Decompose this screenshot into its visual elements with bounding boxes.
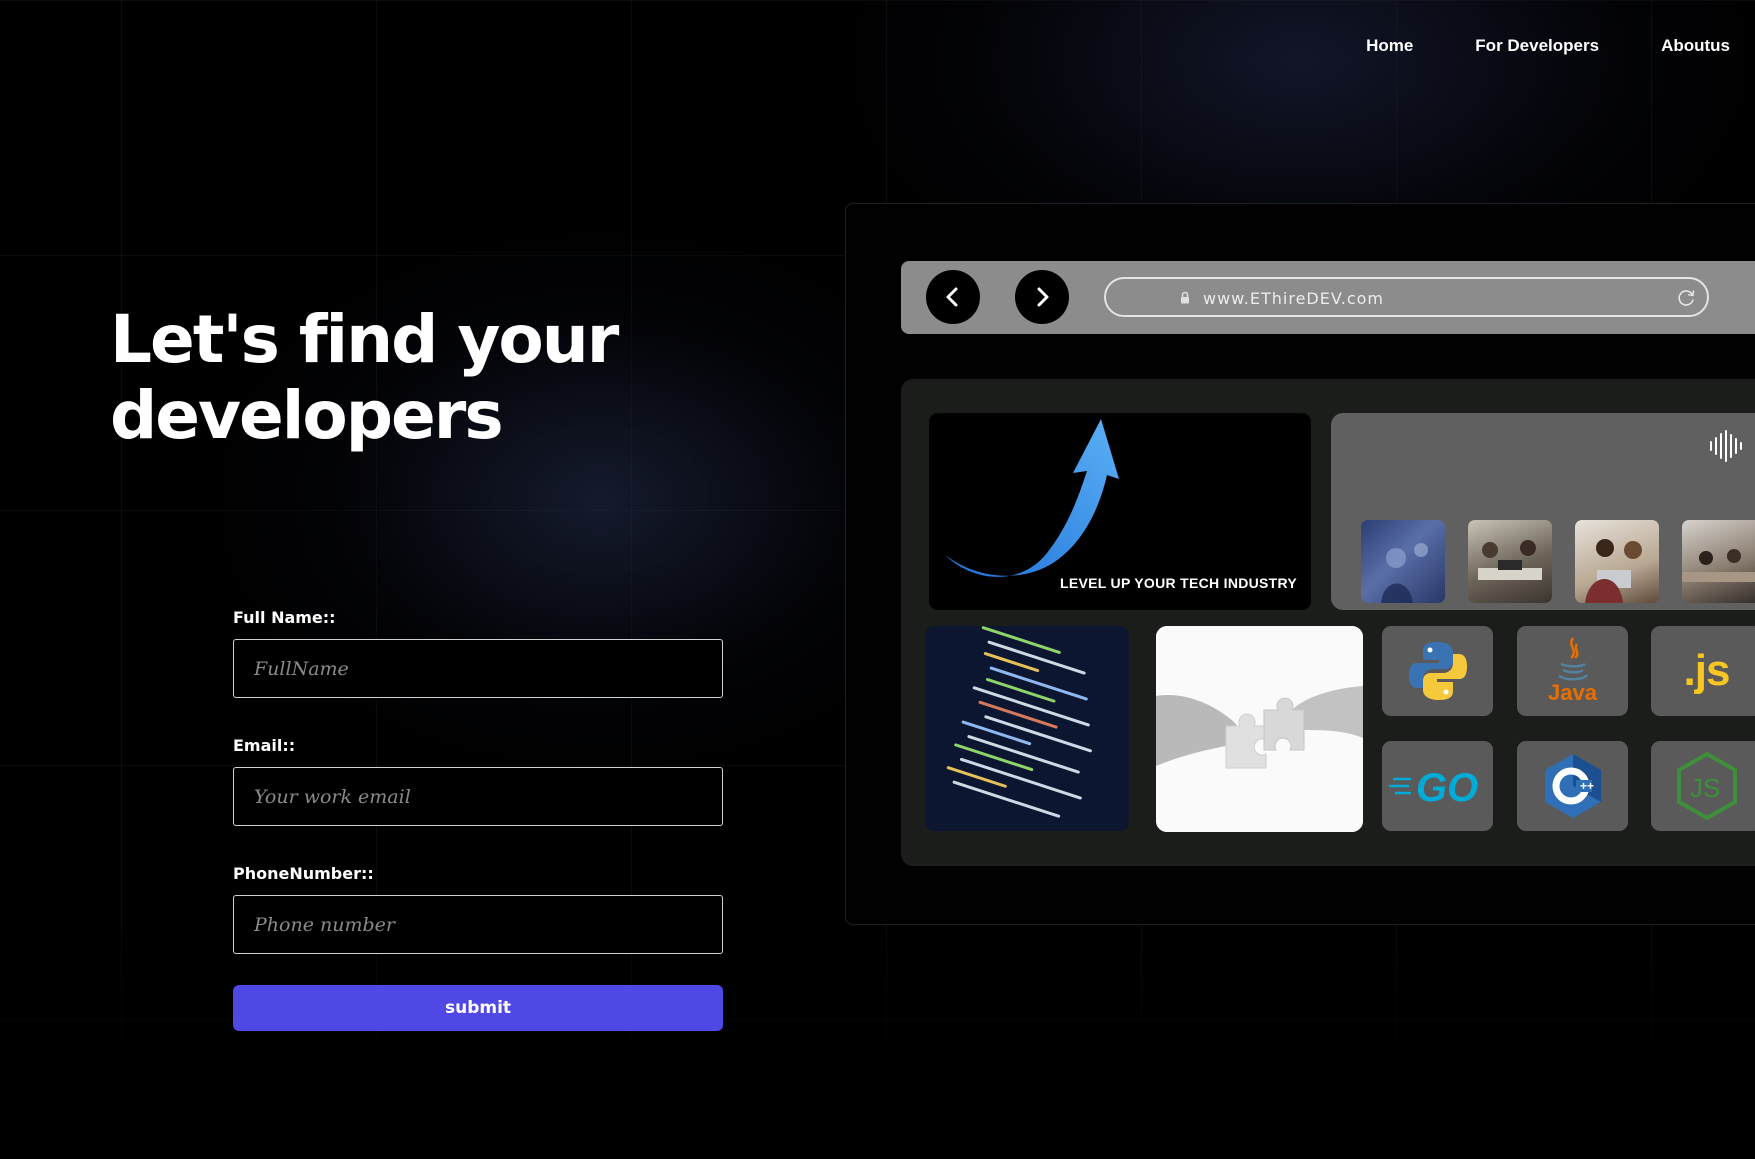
back-button[interactable] — [926, 270, 980, 324]
hero-title-line1: Let's find your — [110, 301, 619, 378]
java-logo-icon — [1557, 637, 1588, 681]
reload-icon[interactable] — [1675, 287, 1697, 309]
python-logo-tile — [1382, 626, 1493, 716]
url-text: www.EThireDEV.com — [1203, 289, 1384, 308]
address-bar[interactable]: www.EThireDEV.com — [1104, 277, 1709, 317]
browser-mockup: www.EThireDEV.com LEVEL UP YOUR TECH IND… — [845, 203, 1755, 925]
puzzle-hands-image — [1156, 626, 1363, 832]
go-logo-icon: GO — [1388, 766, 1478, 810]
submit-button[interactable]: submit — [233, 985, 723, 1031]
team-photos-card — [1331, 413, 1755, 610]
phone-input[interactable] — [233, 895, 723, 954]
sound-wave-icon — [1710, 430, 1742, 462]
team-photo-3 — [1575, 520, 1659, 603]
python-logo-icon — [1408, 642, 1467, 700]
js-logo-icon: .js — [1683, 646, 1731, 695]
top-nav: Home For Developers Aboutus — [1304, 36, 1755, 56]
level-up-card: LEVEL UP YOUR TECH INDUSTRY — [929, 413, 1311, 610]
team-photo-2 — [1468, 520, 1552, 603]
team-photo-4 — [1682, 520, 1755, 603]
go-text: GO — [1416, 766, 1478, 810]
lock-icon — [1181, 291, 1189, 304]
nodejs-text: JS — [1690, 773, 1720, 803]
js-logo-tile: .js — [1651, 626, 1755, 716]
nav-link-home[interactable]: Home — [1366, 36, 1413, 56]
svg-text:++: ++ — [1580, 779, 1594, 793]
full-name-input[interactable] — [233, 639, 723, 698]
cpp-logo-tile: ++ — [1517, 741, 1628, 831]
chevron-left-icon — [946, 287, 958, 307]
forward-button[interactable] — [1015, 270, 1069, 324]
lead-form: Full Name:: Email:: PhoneNumber:: submit — [233, 608, 723, 1031]
chevron-right-icon — [1037, 287, 1049, 307]
content-panel: LEVEL UP YOUR TECH INDUSTRY Java .js GO … — [901, 379, 1755, 866]
cpp-logo-icon: ++ — [1544, 754, 1601, 818]
email-label: Email:: — [233, 736, 296, 755]
browser-toolbar: www.EThireDEV.com — [901, 261, 1755, 334]
phone-label: PhoneNumber:: — [233, 864, 374, 883]
team-photo-1 — [1361, 520, 1445, 603]
full-name-label: Full Name:: — [233, 608, 336, 627]
nav-link-for-developers[interactable]: For Developers — [1475, 36, 1599, 56]
nodejs-logo-tile: JS — [1651, 741, 1755, 831]
code-screen-image — [925, 626, 1129, 831]
go-logo-tile: GO — [1382, 741, 1493, 831]
nav-link-aboutus[interactable]: Aboutus — [1661, 36, 1730, 56]
java-text: Java — [1548, 680, 1597, 705]
hero-title-line2: developers — [110, 377, 504, 454]
hero-title: Let's find your developers — [110, 302, 670, 454]
java-logo-tile: Java — [1517, 626, 1628, 716]
level-up-tagline: LEVEL UP YOUR TECH INDUSTRY — [1060, 575, 1298, 591]
email-input[interactable] — [233, 767, 723, 826]
nodejs-logo-icon: JS — [1676, 751, 1737, 821]
